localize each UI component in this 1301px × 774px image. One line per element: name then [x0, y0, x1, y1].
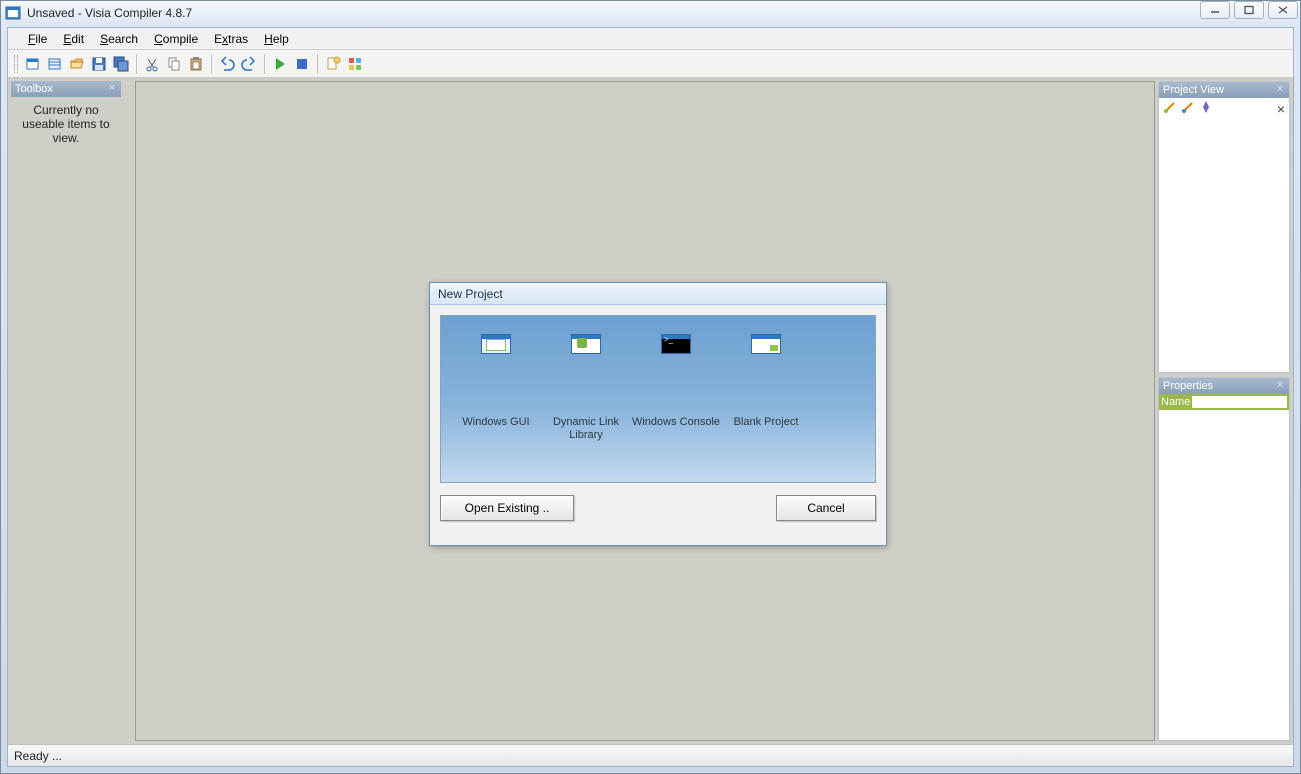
cancel-button[interactable]: Cancel	[776, 495, 876, 521]
template-label: Blank Project	[721, 416, 811, 429]
template-windows-gui[interactable]: Windows GUI	[451, 334, 541, 404]
template-pane: Windows GUI Dynamic Link Library Windows…	[440, 315, 876, 483]
dll-icon	[571, 334, 601, 354]
client-area: File Edit Search Compile Extras Help	[7, 27, 1294, 767]
dialog-buttons: Open Existing .. Cancel	[440, 495, 876, 521]
windows-gui-icon	[481, 334, 511, 354]
template-label: Windows GUI	[451, 416, 541, 429]
app-icon	[5, 5, 21, 21]
app-window: Unsaved - Visia Compiler 4.8.7 File Edit…	[0, 0, 1301, 774]
console-icon	[661, 334, 691, 354]
minimize-button[interactable]	[1200, 1, 1230, 19]
template-label: Windows Console	[631, 416, 721, 429]
new-project-dialog: New Project Windows GUI Dynamic Link Lib…	[429, 282, 887, 546]
open-existing-button[interactable]: Open Existing ..	[440, 495, 574, 521]
template-label: Dynamic Link Library	[541, 416, 631, 442]
dialog-title: New Project	[430, 283, 886, 305]
window-controls	[1196, 1, 1298, 19]
maximize-button[interactable]	[1234, 1, 1264, 19]
template-console[interactable]: Windows Console	[631, 334, 721, 404]
dialog-body: Windows GUI Dynamic Link Library Windows…	[430, 305, 886, 531]
template-dll[interactable]: Dynamic Link Library	[541, 334, 631, 404]
template-blank[interactable]: Blank Project	[721, 334, 811, 404]
close-button[interactable]	[1268, 1, 1298, 19]
dialog-layer: New Project Windows GUI Dynamic Link Lib…	[8, 28, 1293, 766]
titlebar: Unsaved - Visia Compiler 4.8.7	[1, 1, 1300, 25]
window-title: Unsaved - Visia Compiler 4.8.7	[27, 6, 192, 20]
blank-project-icon	[751, 334, 781, 354]
